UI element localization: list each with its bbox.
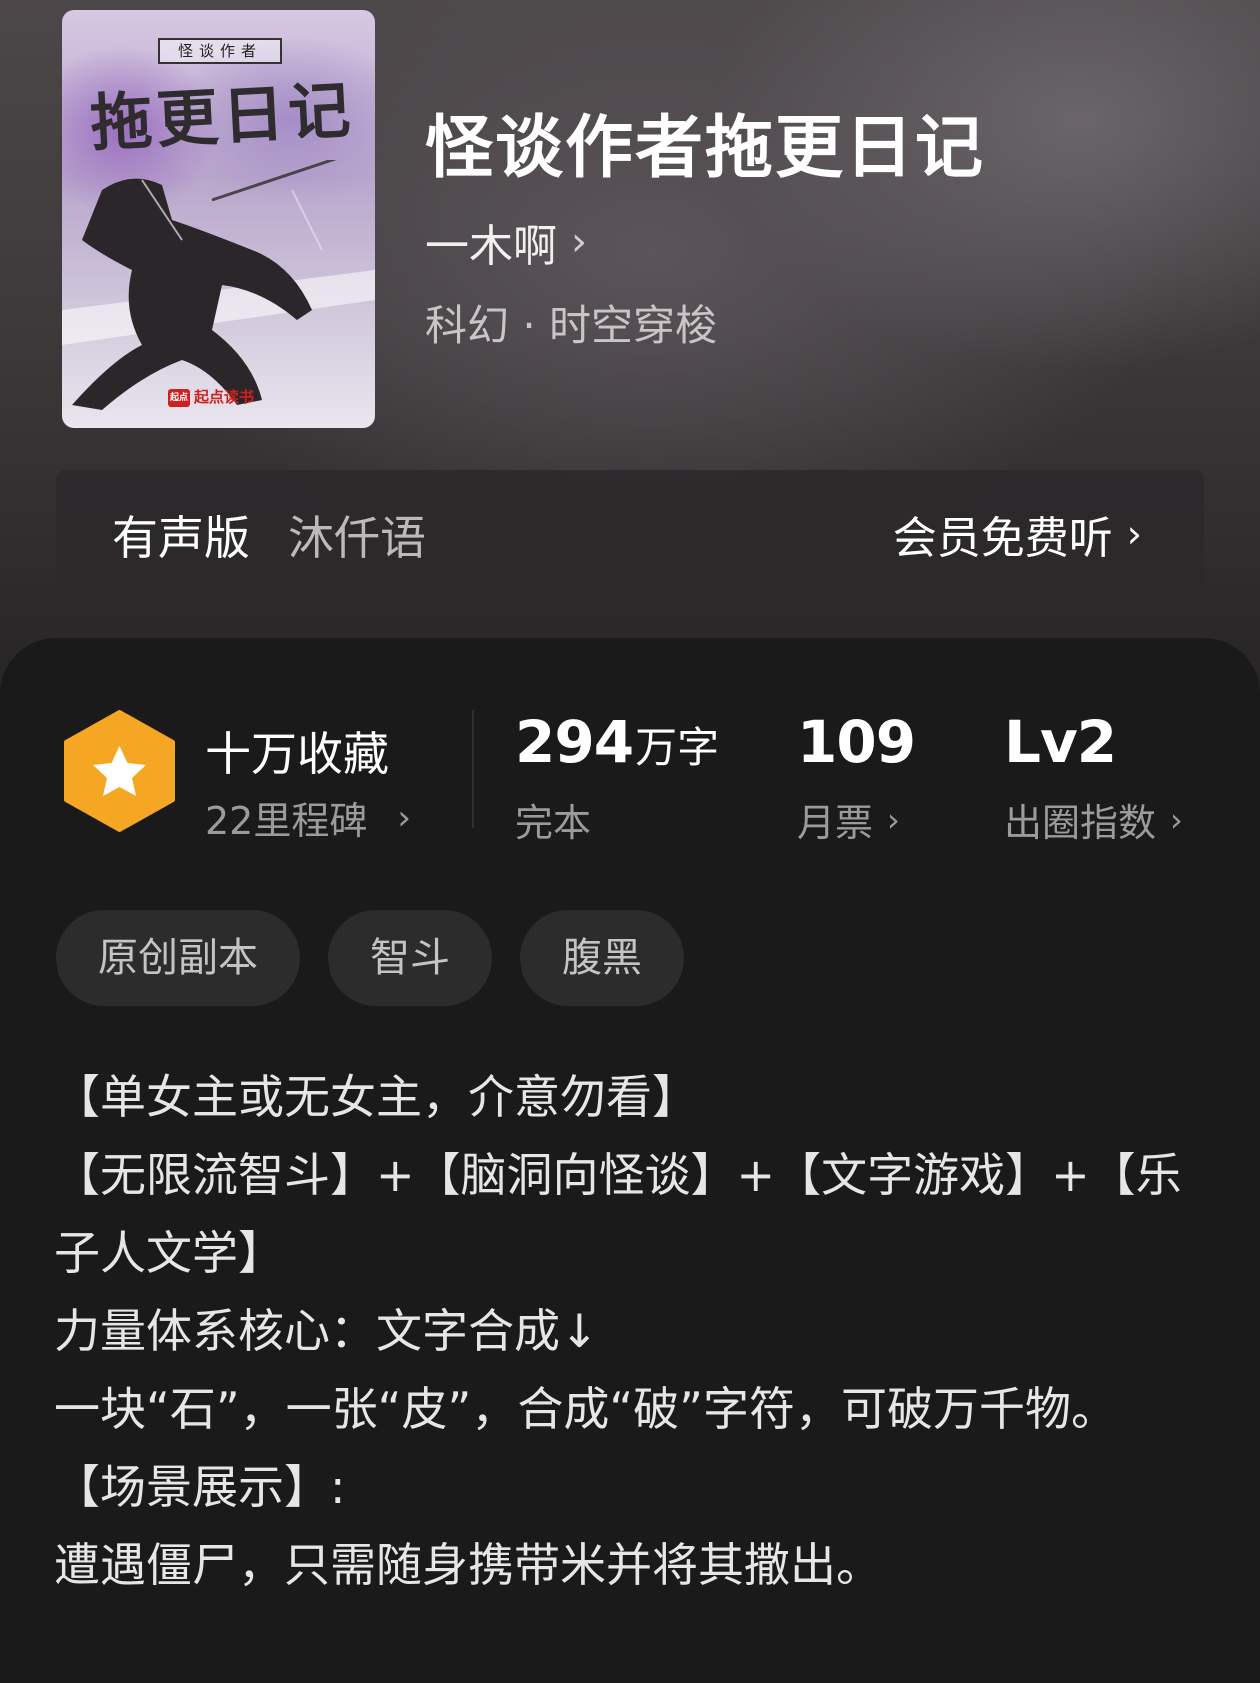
book-description[interactable]: 【单女主或无女主，介意勿看】 【无限流智斗】+【脑洞向怪谈】+【文字游戏】+【乐… [54,1058,1204,1604]
chevron-right-icon: › [1126,512,1142,556]
description-line: 【单女主或无女主，介意勿看】 [54,1070,698,1124]
cover-publisher-logo: 起点 起点读书 [168,386,254,407]
word-unit: 万字 [635,723,720,772]
milestone-link[interactable]: 22里程碑 › [205,790,411,845]
monthly-votes-label: 月票 [797,801,874,845]
description-line: 力量体系核心：文字合成↓ [54,1304,599,1358]
chevron-right-icon: › [887,800,900,839]
author-name: 一木啊 [425,221,557,272]
word-count: 294 [515,708,634,776]
publisher-mark: 起点 [168,388,190,407]
book-title: 怪谈作者拖更日记 [425,108,986,188]
cover-title: 拖更日记 [88,73,357,161]
publisher-name: 起点读书 [194,388,255,406]
description-line: 【无限流智斗】+【脑洞向怪谈】+【文字游戏】+【乐子人文学】 [54,1148,1182,1280]
word-count-stat: 294万字 完本 [515,708,719,847]
collection-title: 十万收藏 [205,727,389,781]
audio-narrator: 沐仟语 [288,511,426,565]
book-header: 怪谈作者 拖更日记 起点 起点读书 怪谈作者拖更日记 一木啊 › 科幻 · 时空穿… [0,0,1260,700]
description-line: 【场景展示】: [54,1460,346,1514]
description-line: 遭遇僵尸，只需随身携带米并将其撒出。 [54,1538,882,1592]
level-stat[interactable]: Lv2 出圈指数 › [1004,708,1183,847]
chevron-right-icon: › [571,219,587,265]
audio-label: 有声版 [112,511,250,565]
description-line: 一块“石”，一张“皮”，合成“破”字符，可破万千物。 [54,1382,1117,1436]
star-hexagon-icon [64,710,175,832]
monthly-votes-stat[interactable]: 109 月票 › [797,708,916,847]
completion-status: 完本 [515,801,592,845]
tag-chip[interactable]: 原创副本 [56,910,300,1006]
tag-list: 原创副本 智斗 腹黑 [56,910,684,1006]
book-info-card: 十万收藏 22里程碑 › 294万字 完本 109 月票 › Lv2 出圈指数 … [0,638,1260,1683]
audio-edition-bar[interactable]: 有声版 沐仟语 会员免费听 › [56,470,1204,596]
milestone-label: 22里程碑 [205,799,368,843]
chevron-right-icon: › [1170,800,1183,839]
level-value: Lv2 [1004,708,1117,776]
member-listen-label: 会员免费听 [892,513,1113,564]
member-listen-link[interactable]: 会员免费听 › [893,502,1142,566]
monthly-votes: 109 [797,708,916,776]
author-link[interactable]: 一木啊 › [425,210,587,274]
chevron-right-icon: › [397,797,411,838]
tag-chip[interactable]: 腹黑 [520,910,684,1006]
cover-tag: 怪谈作者 [158,38,282,64]
book-cover[interactable]: 怪谈作者 拖更日记 起点 起点读书 [62,10,375,428]
level-label: 出圈指数 [1004,801,1157,845]
stats-divider [472,710,474,828]
tag-chip[interactable]: 智斗 [328,910,492,1006]
book-genre: 科幻 · 时空穿梭 [425,301,718,350]
